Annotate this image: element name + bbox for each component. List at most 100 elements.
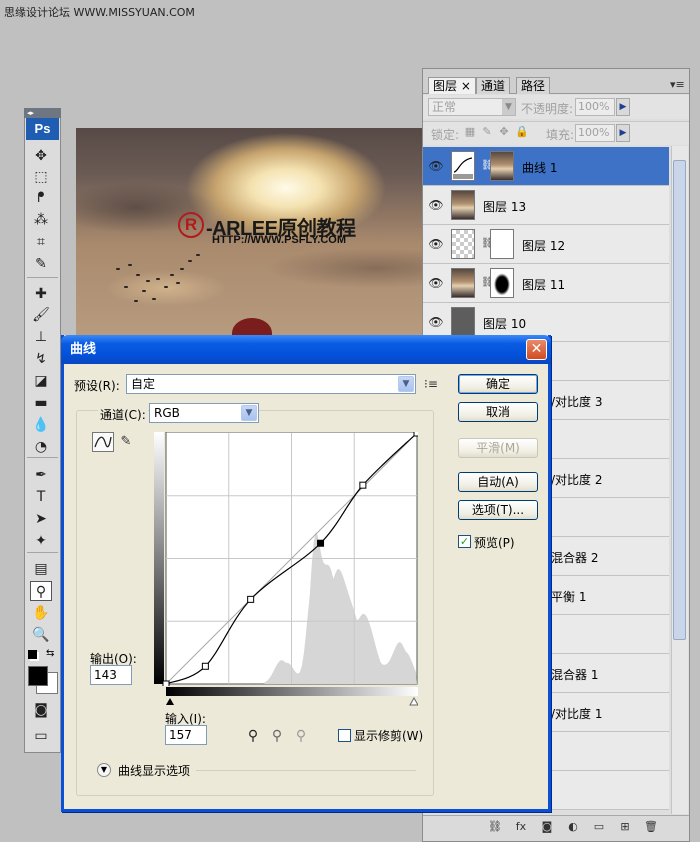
show-clipping-checkbox[interactable] bbox=[338, 729, 351, 742]
eyedropper-tool-icon[interactable]: ⚲ bbox=[30, 581, 52, 601]
curve-point[interactable] bbox=[413, 432, 418, 437]
history-brush-tool-icon[interactable]: ↯ bbox=[30, 349, 52, 369]
default-colors-icon[interactable] bbox=[28, 650, 37, 659]
layer-thumbnail[interactable] bbox=[451, 229, 475, 259]
chevron-down-icon[interactable]: ▼ bbox=[97, 763, 111, 777]
hand-tool-icon[interactable]: ✋ bbox=[30, 603, 52, 623]
document-canvas[interactable]: R -ARLEE原创教程 HTTP://WWW.PSFLY.COM bbox=[76, 128, 426, 340]
black-point-slider[interactable] bbox=[166, 698, 174, 705]
fx-icon[interactable]: fx bbox=[513, 819, 529, 835]
brush-tool-icon[interactable]: 🖌 bbox=[30, 305, 52, 325]
mask-link-icon[interactable]: ⛓ bbox=[481, 159, 494, 173]
input-input[interactable]: 157 bbox=[165, 725, 207, 745]
slice-tool-icon[interactable]: ✎ bbox=[30, 254, 52, 274]
tools-panel-grip[interactable]: ◂▸ bbox=[24, 108, 61, 118]
marquee-tool-icon[interactable]: ⬚ bbox=[30, 167, 52, 187]
layer-name: 图层 11 bbox=[522, 278, 566, 292]
gray-eyedropper-icon[interactable]: ⚲ bbox=[268, 727, 286, 745]
crop-tool-icon[interactable]: ⌗ bbox=[30, 232, 52, 252]
photoshop-logo[interactable]: Ps bbox=[26, 118, 59, 140]
magic-wand-tool-icon[interactable]: ⁂ bbox=[30, 210, 52, 230]
black-eyedropper-icon[interactable]: ⚲ bbox=[244, 727, 262, 745]
lock-transparency-icon[interactable]: ▦ bbox=[464, 126, 476, 138]
chevron-down-icon[interactable]: ▼ bbox=[398, 376, 414, 392]
dialog-title[interactable]: 曲线 bbox=[61, 335, 551, 364]
pen-tool-icon[interactable]: ✒ bbox=[30, 465, 52, 485]
tab-paths[interactable]: 路径 bbox=[516, 77, 551, 94]
close-icon[interactable]: ✕ bbox=[526, 339, 547, 360]
lock-position-icon[interactable]: ✥ bbox=[498, 126, 510, 138]
curve-point[interactable] bbox=[359, 481, 367, 489]
ok-button[interactable]: 确定 bbox=[458, 374, 538, 394]
opacity-input[interactable]: 100% bbox=[575, 98, 615, 116]
chevron-down-icon[interactable]: ▼ bbox=[241, 405, 257, 421]
move-tool-icon[interactable]: ✥ bbox=[30, 146, 52, 166]
quick-mask-icon[interactable]: ◙ bbox=[30, 700, 52, 720]
opacity-slider-arrow-icon[interactable]: ▶ bbox=[616, 98, 630, 116]
layer-name: /对比度 3 bbox=[551, 395, 603, 409]
layer-thumbnail[interactable] bbox=[451, 268, 475, 298]
layer-thumbnail[interactable] bbox=[451, 307, 475, 337]
eraser-tool-icon[interactable]: ◪ bbox=[30, 371, 52, 391]
auto-button[interactable]: 自动(A) bbox=[458, 472, 538, 492]
trash-icon[interactable]: 🗑 bbox=[643, 819, 659, 835]
visibility-eye-icon[interactable]: 👁 bbox=[426, 156, 446, 176]
preset-options-icon[interactable]: ⁝≡ bbox=[424, 377, 438, 391]
channel-select[interactable]: RGB ▼ bbox=[149, 403, 259, 423]
layer-thumbnail[interactable] bbox=[451, 190, 475, 220]
smooth-button[interactable]: 平滑(M) bbox=[458, 438, 538, 458]
foreground-color-swatch[interactable] bbox=[28, 666, 48, 686]
notes-tool-icon[interactable]: ▤ bbox=[30, 559, 52, 579]
selected-curve-point[interactable] bbox=[317, 539, 325, 547]
lasso-tool-icon[interactable]: ᖰ bbox=[30, 188, 52, 208]
panel-menu-icon[interactable]: ▾≡ bbox=[670, 78, 685, 91]
visibility-eye-icon[interactable]: 👁 bbox=[426, 234, 446, 254]
blur-tool-icon[interactable]: 💧 bbox=[30, 415, 52, 435]
lock-all-icon[interactable]: 🔒 bbox=[515, 126, 529, 138]
folder-icon[interactable]: ▭ bbox=[591, 819, 607, 835]
chevron-down-icon[interactable]: ▼ bbox=[502, 99, 515, 115]
preview-checkbox[interactable]: ✓ bbox=[458, 535, 471, 548]
pencil-icon[interactable]: ✎ bbox=[118, 432, 134, 452]
cancel-button[interactable]: 取消 bbox=[458, 402, 538, 422]
layers-scrollbar-thumb[interactable] bbox=[673, 160, 686, 640]
zoom-tool-icon[interactable]: 🔍 bbox=[30, 625, 52, 645]
link-icon[interactable]: ⛓ bbox=[487, 819, 503, 835]
gradient-tool-icon[interactable]: ▬ bbox=[30, 393, 52, 413]
new-layer-icon[interactable]: ⊞ bbox=[617, 819, 633, 835]
stamp-tool-icon[interactable]: ⊥ bbox=[30, 327, 52, 347]
white-eyedropper-icon[interactable]: ⚲ bbox=[292, 727, 310, 745]
color-swatches[interactable]: ⇆ bbox=[26, 648, 59, 696]
options-button[interactable]: 选项(T)... bbox=[458, 500, 538, 520]
curve-point[interactable] bbox=[247, 595, 255, 603]
mask-link-icon[interactable]: ⛓ bbox=[481, 237, 494, 251]
white-point-slider[interactable] bbox=[409, 696, 418, 706]
adjustment-icon[interactable]: ◐ bbox=[565, 819, 581, 835]
visibility-eye-icon[interactable]: 👁 bbox=[426, 195, 446, 215]
healing-brush-tool-icon[interactable]: ✚ bbox=[30, 284, 52, 304]
output-input[interactable]: 143 bbox=[90, 665, 132, 685]
screen-mode-icon[interactable]: ▭ bbox=[30, 726, 52, 746]
layer-mask-thumbnail[interactable] bbox=[490, 151, 514, 181]
dodge-tool-icon[interactable]: ◔ bbox=[30, 437, 52, 457]
preset-select[interactable]: 自定 ▼ bbox=[126, 374, 416, 394]
type-tool-icon[interactable]: T bbox=[30, 487, 52, 507]
lock-pixels-icon[interactable]: ✎ bbox=[481, 126, 493, 138]
tab-channels[interactable]: 通道 bbox=[476, 77, 511, 94]
mask-icon[interactable]: ◙ bbox=[539, 819, 555, 835]
layer-thumbnail[interactable] bbox=[451, 151, 475, 181]
fill-slider-arrow-icon[interactable]: ▶ bbox=[616, 124, 630, 142]
layer-mask-thumbnail[interactable] bbox=[490, 229, 514, 259]
visibility-eye-icon[interactable]: 👁 bbox=[426, 312, 446, 332]
curve-point[interactable] bbox=[201, 662, 209, 670]
curves-graph[interactable] bbox=[154, 432, 418, 686]
visibility-eye-icon[interactable]: 👁 bbox=[426, 273, 446, 293]
fill-input[interactable]: 100% bbox=[575, 124, 615, 142]
tab-layers[interactable]: 图层 × bbox=[428, 77, 476, 94]
swap-colors-icon[interactable]: ⇆ bbox=[46, 648, 54, 659]
mask-link-icon[interactable]: ⛓ bbox=[481, 276, 494, 290]
curve-point-tool-icon[interactable] bbox=[92, 432, 114, 452]
path-select-tool-icon[interactable]: ➤ bbox=[30, 509, 52, 529]
layer-mask-thumbnail[interactable] bbox=[490, 268, 514, 298]
shape-tool-icon[interactable]: ✦ bbox=[30, 531, 52, 551]
